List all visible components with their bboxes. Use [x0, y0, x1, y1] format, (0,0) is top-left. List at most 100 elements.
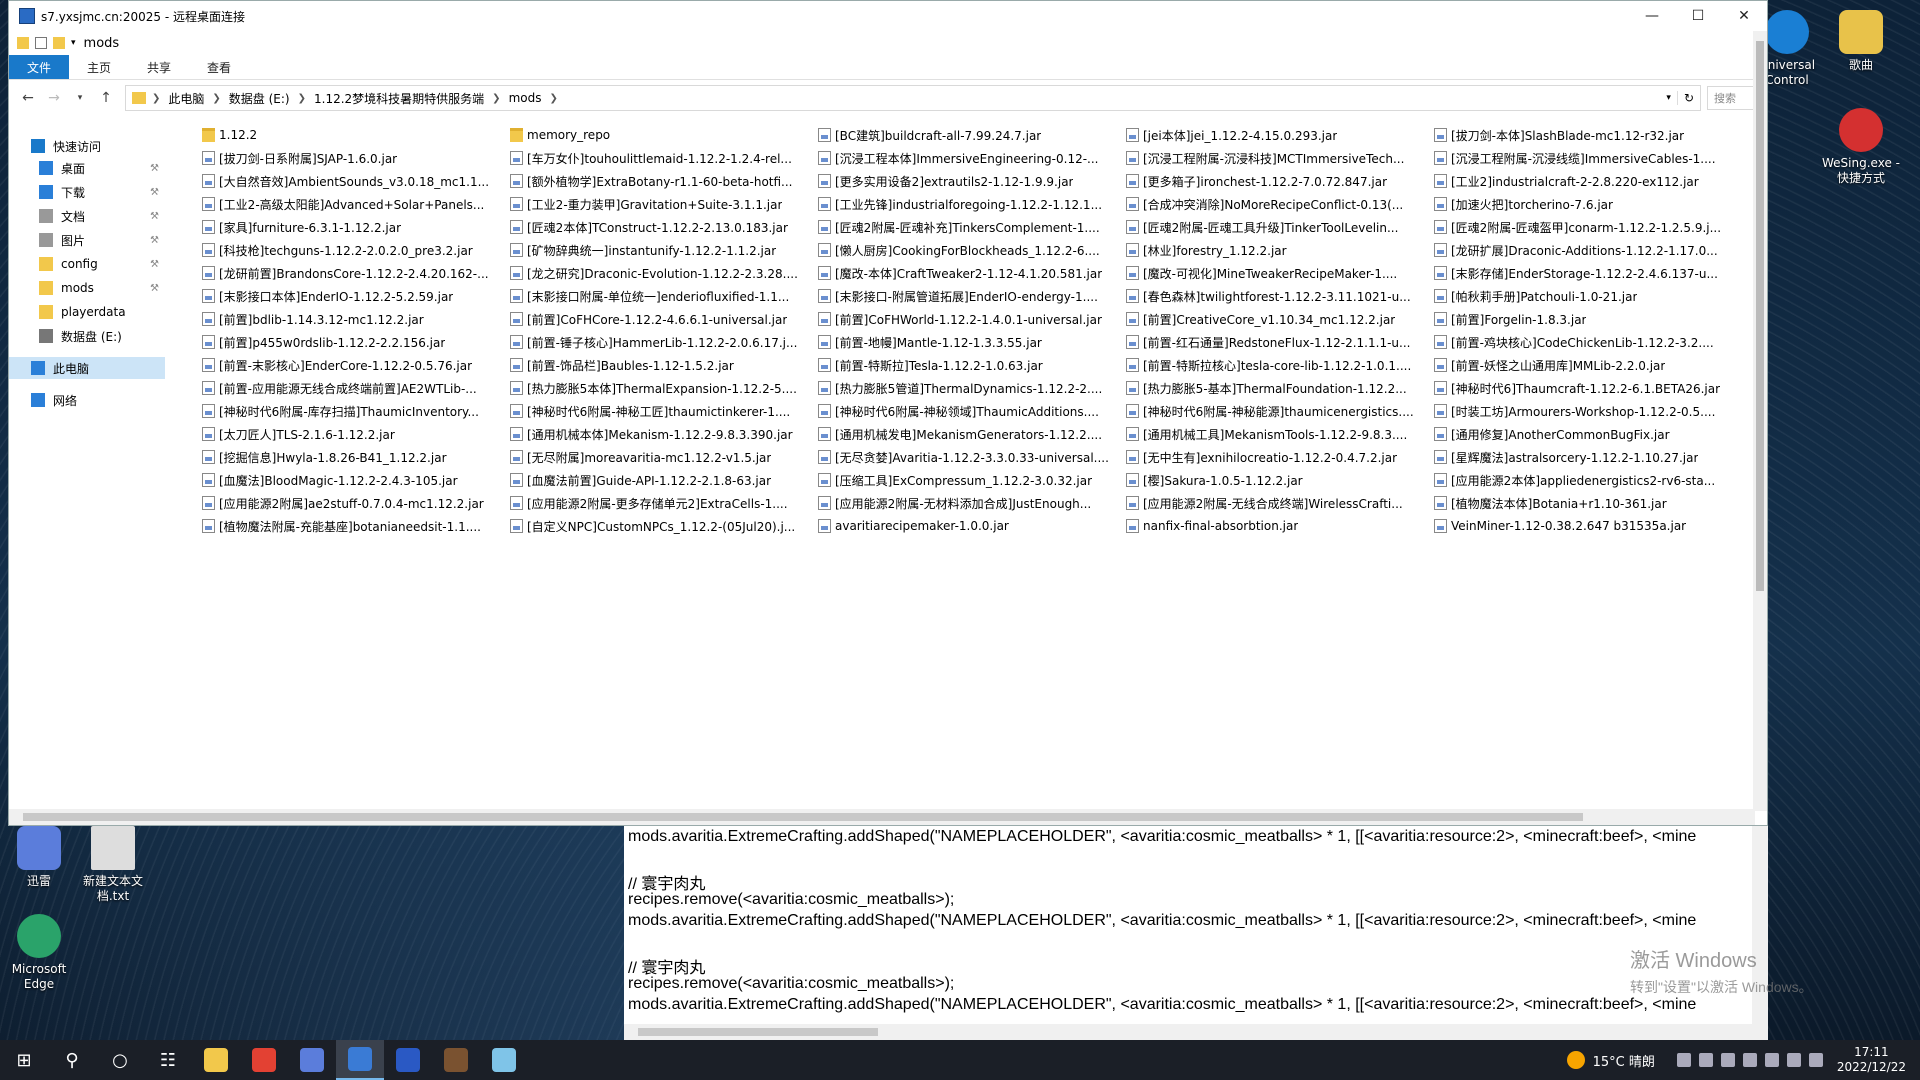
file-item[interactable]: [BC建筑]buildcraft-all-7.99.24.7.jar: [818, 125, 1118, 145]
file-item[interactable]: [额外植物学]ExtraBotany-r1.1-60-beta-hotfi...: [510, 171, 810, 191]
clock[interactable]: 17:11 2022/12/22: [1837, 1045, 1906, 1075]
file-item[interactable]: [前置-妖怪之山通用库]MMLib-2.2.0.jar: [1434, 355, 1734, 375]
file-item[interactable]: [植物魔法附属-充能基座]botanianeedsit-1.1....: [202, 516, 502, 536]
file-item[interactable]: [前置-应用能源无线合成终端前置]AE2WTLib-...: [202, 378, 502, 398]
file-item[interactable]: [前置-地幔]Mantle-1.12-1.3.3.55.jar: [818, 332, 1118, 352]
file-item[interactable]: [樱]Sakura-1.0.5-1.12.2.jar: [1126, 470, 1426, 490]
file-item[interactable]: memory_repo: [510, 125, 810, 145]
file-item[interactable]: [前置]Forgelin-1.8.3.jar: [1434, 309, 1734, 329]
file-item[interactable]: [自定义NPC]CustomNPCs_1.12.2-(05Jul20).j...: [510, 516, 810, 536]
file-item[interactable]: [神秘时代6附属-神秘能源]thaumicenergistics....: [1126, 401, 1426, 421]
tab-view[interactable]: 查看: [189, 55, 249, 79]
network-icon[interactable]: [1764, 1053, 1779, 1067]
file-item[interactable]: 1.12.2: [202, 125, 502, 145]
remote-desktop-app[interactable]: [336, 1040, 384, 1080]
close-button[interactable]: ✕: [1721, 1, 1767, 31]
file-item[interactable]: [魔改-可视化]MineTweakerRecipeMaker-1....: [1126, 263, 1426, 283]
file-explorer-app[interactable]: [192, 1040, 240, 1080]
file-item[interactable]: [前置-特斯拉]Tesla-1.12.2-1.0.63.jar: [818, 355, 1118, 375]
file-item[interactable]: [沉浸工程附属-沉浸科技]MCTImmersiveTech...: [1126, 148, 1426, 168]
nav-item[interactable]: config ⚒: [9, 253, 165, 275]
file-item[interactable]: [应用能源2附属]ae2stuff-0.7.0.4-mc1.12.2.jar: [202, 493, 502, 513]
file-item[interactable]: [合成冲突消除]NoMoreRecipeConflict-0.13(...: [1126, 194, 1426, 214]
new-folder-icon[interactable]: [53, 37, 65, 49]
file-item[interactable]: [前置-鸡块核心]CodeChickenLib-1.12.2-3.2....: [1434, 332, 1734, 352]
file-item[interactable]: [通用机械发电]MekanismGenerators-1.12.2....: [818, 424, 1118, 444]
start-button[interactable]: ⊞: [0, 1040, 48, 1080]
powershell-app[interactable]: [384, 1040, 432, 1080]
file-item[interactable]: [热力膨胀5本体]ThermalExpansion-1.12.2-5....: [510, 378, 810, 398]
breadcrumb-server[interactable]: 1.12.2梦境科技暑期特供服务端: [308, 90, 490, 107]
file-item[interactable]: [魔改-本体]CraftTweaker2-1.12-4.1.20.581.jar: [818, 263, 1118, 283]
file-item[interactable]: [春色森林]twilightforest-1.12.2-3.11.1021-u.…: [1126, 286, 1426, 306]
nav-item[interactable]: 数据盘 (E:): [9, 325, 165, 347]
cortana-icon[interactable]: ○: [96, 1040, 144, 1080]
nvidia-icon[interactable]: [1676, 1053, 1691, 1067]
tab-share[interactable]: 共享: [129, 55, 189, 79]
file-item[interactable]: [沉浸工程本体]ImmersiveEngineering-0.12-...: [818, 148, 1118, 168]
breadcrumb-mods[interactable]: mods: [503, 91, 548, 105]
file-item[interactable]: avaritiarecipemaker-1.0.0.jar: [818, 516, 1118, 536]
file-item[interactable]: [拔刀剑-本体]SlashBlade-mc1.12-r32.jar: [1434, 125, 1734, 145]
file-item[interactable]: [前置]bdlib-1.14.3.12-mc1.12.2.jar: [202, 309, 502, 329]
file-item[interactable]: [植物魔法本体]Botania+r1.10-361.jar: [1434, 493, 1734, 513]
file-item[interactable]: [工业2]industrialcraft-2-2.8.220-ex112.jar: [1434, 171, 1734, 191]
file-item[interactable]: [通用机械本体]Mekanism-1.12.2-9.8.3.390.jar: [510, 424, 810, 444]
up-button[interactable]: ↑: [93, 90, 119, 106]
file-item[interactable]: [压缩工具]ExCompressum_1.12.2-3.0.32.jar: [818, 470, 1118, 490]
file-item[interactable]: [血魔法]BloodMagic-1.12.2-2.4.3-105.jar: [202, 470, 502, 490]
scroll-thumb[interactable]: [1756, 41, 1764, 591]
nav-item[interactable]: 快速访问: [9, 135, 165, 157]
file-item[interactable]: [血魔法前置]Guide-API-1.12.2-2.1.8-63.jar: [510, 470, 810, 490]
nav-item[interactable]: 图片 ⚒: [9, 229, 165, 251]
file-item[interactable]: [大自然音效]AmbientSounds_v3.0.18_mc1.1...: [202, 171, 502, 191]
file-item[interactable]: [应用能源2本体]appliedenergistics2-rv6-sta...: [1434, 470, 1734, 490]
file-item[interactable]: [jei本体]jei_1.12.2-4.15.0.293.jar: [1126, 125, 1426, 145]
app-tray-icon[interactable]: [1720, 1053, 1735, 1067]
nav-item[interactable]: playerdata: [9, 301, 165, 323]
refresh-icon[interactable]: ↻: [1676, 91, 1700, 105]
ime-icon[interactable]: [1808, 1053, 1823, 1067]
notepad-app[interactable]: [480, 1040, 528, 1080]
task-view-icon[interactable]: ☷: [144, 1040, 192, 1080]
file-item[interactable]: [车万女仆]touhoulittlemaid-1.12.2-1.2.4-rel.…: [510, 148, 810, 168]
file-item[interactable]: [匠魂2附属-匠魂补充]TinkersComplement-1....: [818, 217, 1118, 237]
file-item[interactable]: [通用修复]AnotherCommonBugFix.jar: [1434, 424, 1734, 444]
file-item[interactable]: [应用能源2附属-无线合成终端]WirelessCrafti...: [1126, 493, 1426, 513]
file-item[interactable]: [无中生有]exnihilocreatio-1.12.2-0.4.7.2.jar: [1126, 447, 1426, 467]
file-item[interactable]: [林业]forestry_1.12.2.jar: [1126, 240, 1426, 260]
horizontal-scrollbar[interactable]: [9, 809, 1755, 825]
title-bar[interactable]: s7.yxsjmc.cn:20025 - 远程桌面连接 — ☐ ✕: [9, 1, 1767, 31]
xunlei-app[interactable]: [288, 1040, 336, 1080]
nav-item[interactable]: 下载 ⚒: [9, 181, 165, 203]
nav-item[interactable]: 此电脑: [9, 357, 165, 379]
file-item[interactable]: [家具]furniture-6.3.1-1.12.2.jar: [202, 217, 502, 237]
file-item[interactable]: [神秘时代6附属-神秘领域]ThaumicAdditions....: [818, 401, 1118, 421]
desktop-icon-xunlei[interactable]: 迅雷: [0, 826, 78, 889]
file-item[interactable]: [通用机械工具]MekanismTools-1.12.2-9.8.3....: [1126, 424, 1426, 444]
file-item[interactable]: [神秘时代6]Thaumcraft-1.12.2-6.1.BETA26.jar: [1434, 378, 1734, 398]
scroll-thumb[interactable]: [23, 813, 1583, 821]
file-item[interactable]: [工业2-重力装甲]Gravitation+Suite-3.1.1.jar: [510, 194, 810, 214]
file-item[interactable]: [末影接口本体]EnderIO-1.12.2-5.2.59.jar: [202, 286, 502, 306]
file-item[interactable]: [帕秋莉手册]Patchouli-1.0-21.jar: [1434, 286, 1734, 306]
file-item[interactable]: [龙研扩展]Draconic-Additions-1.12.2-1.17.0..…: [1434, 240, 1734, 260]
file-item[interactable]: [前置-末影核心]EnderCore-1.12.2-0.5.76.jar: [202, 355, 502, 375]
desktop-icon-wesing[interactable]: WeSing.exe - 快捷方式: [1822, 108, 1900, 186]
scroll-thumb[interactable]: [638, 1028, 878, 1036]
nav-item[interactable]: mods ⚒: [9, 277, 165, 299]
back-button[interactable]: ←: [15, 90, 41, 106]
file-item[interactable]: [时装工坊]Armourers-Workshop-1.12.2-0.5....: [1434, 401, 1734, 421]
text-editor[interactable]: mods.avaritia.ExtremeCrafting.addShaped(…: [624, 826, 1768, 1040]
file-item[interactable]: [挖掘信息]Hwyla-1.8.26-B41_1.12.2.jar: [202, 447, 502, 467]
chevron-down-icon[interactable]: ▾: [71, 38, 76, 48]
file-item[interactable]: [前置-红石通量]RedstoneFlux-1.12-2.1.1.1-u...: [1126, 332, 1426, 352]
file-item[interactable]: [末影接口附属-单位统一]enderiofluxified-1.1...: [510, 286, 810, 306]
file-item[interactable]: [前置]p455w0rdslib-1.12.2-2.2.156.jar: [202, 332, 502, 352]
file-item[interactable]: [匠魂2附属-匠魂盔甲]conarm-1.12.2-1.2.5.9.j...: [1434, 217, 1734, 237]
file-item[interactable]: [前置-饰品栏]Baubles-1.12-1.5.2.jar: [510, 355, 810, 375]
file-item[interactable]: [懒人厨房]CookingForBlockheads_1.12.2-6....: [818, 240, 1118, 260]
file-item[interactable]: [更多实用设备2]extrautils2-1.12-1.9.9.jar: [818, 171, 1118, 191]
desktop-icon-edge[interactable]: Microsoft Edge: [0, 914, 78, 992]
file-item[interactable]: [匠魂2附属-匠魂工具升级]TinkerToolLevelin...: [1126, 217, 1426, 237]
